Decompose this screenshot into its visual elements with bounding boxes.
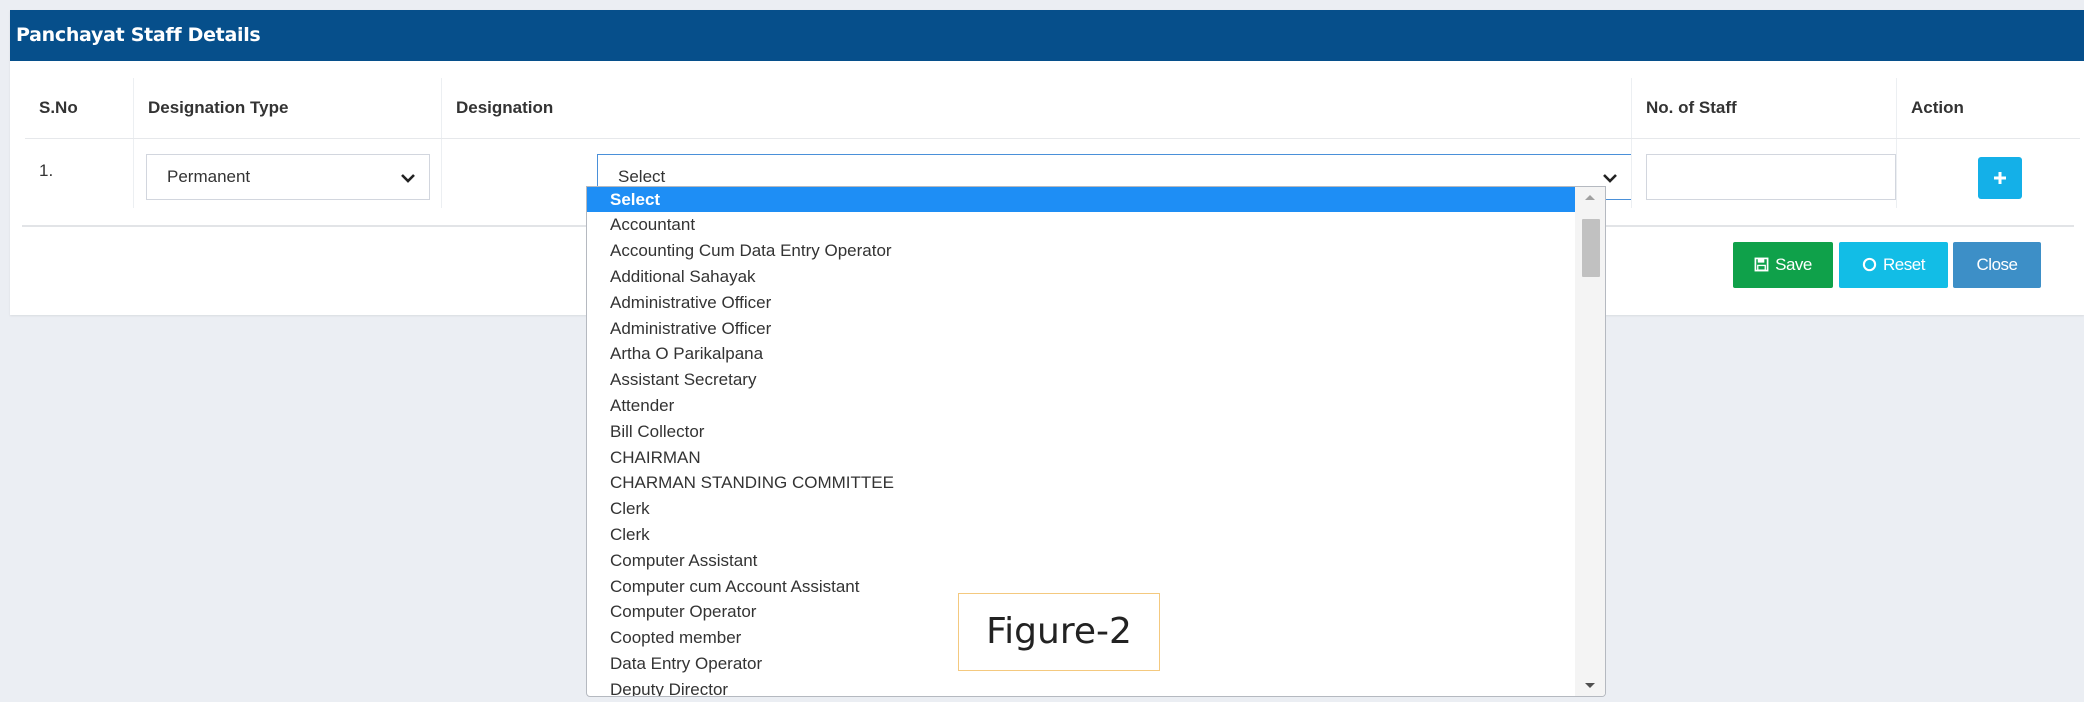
cell-action — [1896, 139, 2080, 208]
chevron-down-icon — [1603, 174, 1617, 183]
cell-designation-type: Permanent — [133, 139, 441, 208]
scroll-up-icon[interactable] — [1575, 187, 1605, 207]
scrollbar-thumb[interactable] — [1582, 219, 1600, 277]
dropdown-option[interactable]: CHAIRMAN — [587, 445, 1577, 470]
dropdown-option[interactable]: Additional Sahayak — [587, 264, 1577, 289]
dropdown-option[interactable]: Accountant — [587, 212, 1577, 237]
dropdown-option[interactable]: Select — [587, 187, 1577, 212]
close-button[interactable]: Close — [1953, 242, 2041, 288]
header-designation-type: Designation Type — [133, 78, 441, 138]
reset-label: Reset — [1883, 255, 1925, 274]
dropdown-option[interactable]: Administrative Officer — [587, 290, 1577, 315]
add-row-button[interactable] — [1978, 157, 2022, 199]
refresh-icon — [1862, 257, 1877, 272]
figure-caption: Figure-2 — [958, 593, 1160, 671]
panel-title: Panchayat Staff Details — [10, 10, 2084, 61]
dropdown-option[interactable]: Assistant Secretary — [587, 367, 1577, 392]
cell-no-of-staff — [1631, 139, 1896, 208]
dropdown-option[interactable]: Clerk — [587, 522, 1577, 547]
cell-sno: 1. — [39, 161, 54, 180]
dropdown-option[interactable]: Artha O Parikalpana — [587, 341, 1577, 366]
header-sno: S.No — [39, 98, 78, 117]
dropdown-option[interactable]: Accounting Cum Data Entry Operator — [587, 238, 1577, 263]
dropdown-scrollbar[interactable] — [1575, 187, 1605, 696]
dropdown-option[interactable]: Deputy Director — [587, 677, 1577, 696]
header-designation: Designation — [441, 78, 1631, 138]
save-label: Save — [1775, 255, 1812, 274]
plus-icon — [1994, 172, 2006, 184]
dropdown-option[interactable]: Attender — [587, 393, 1577, 418]
designation-type-select[interactable]: Permanent — [146, 154, 430, 200]
dropdown-option[interactable]: Clerk — [587, 496, 1577, 521]
dropdown-option[interactable]: Computer Assistant — [587, 548, 1577, 573]
header-no-of-staff: No. of Staff — [1631, 78, 1896, 138]
dropdown-option[interactable]: Administrative Officer — [587, 316, 1577, 341]
dropdown-option[interactable]: CHARMAN STANDING COMMITTEE — [587, 470, 1577, 495]
save-button[interactable]: Save — [1733, 242, 1833, 288]
designation-value: Select — [618, 167, 666, 186]
floppy-disk-icon — [1754, 257, 1769, 272]
chevron-down-icon — [401, 174, 415, 183]
designation-type-value: Permanent — [167, 167, 251, 186]
dropdown-option[interactable]: Bill Collector — [587, 419, 1577, 444]
header-action: Action — [1896, 78, 2080, 138]
no-of-staff-input[interactable] — [1646, 154, 1896, 200]
reset-button[interactable]: Reset — [1839, 242, 1948, 288]
scroll-down-icon[interactable] — [1575, 676, 1605, 696]
